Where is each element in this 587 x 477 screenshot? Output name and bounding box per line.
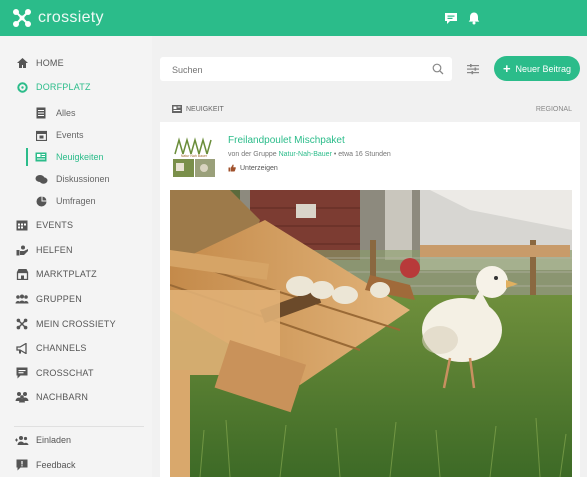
post-thumbnail[interactable]: Natur Nah Bauer [172,134,216,178]
post-status-label: Unterzeigen [240,164,278,172]
subitem-label: Neuigkeiten [56,152,104,162]
subitem-diskussionen[interactable]: Diskussionen [34,170,110,188]
subitem-alles[interactable]: Alles [34,104,76,122]
list-icon [34,106,48,120]
subitem-label: Events [56,130,84,140]
svg-text:Natur Nah Bauer: Natur Nah Bauer [181,154,208,158]
calendar-icon [34,128,48,142]
post-type: NEUIGKEIT [172,105,224,113]
sidebar-item-label: DORFPLATZ [36,82,91,92]
sidebar-item-label: NACHBARN [36,392,89,402]
bell-icon[interactable] [467,11,481,25]
post-photo[interactable] [170,190,572,477]
filter-icon[interactable] [467,63,479,75]
subitem-umfragen[interactable]: Umfragen [34,192,96,210]
crossiety-icon [14,317,30,331]
subitem-label: Umfragen [56,196,96,206]
sidebar-item-einladen[interactable]: Einladen [14,431,71,449]
search-icon[interactable] [432,63,444,75]
subitem-events[interactable]: Events [34,126,84,144]
sidebar: HOME DORFPLATZ Alles Events Neuigkeiten … [0,36,152,477]
plus-icon: + [502,61,511,76]
sidebar-divider [14,426,144,427]
neighbors-icon [14,390,30,404]
sidebar-item-label: Einladen [36,435,72,445]
crossiety-logo-icon [13,9,31,27]
post-meta-prefix: von der Gruppe [228,151,279,158]
sidebar-item-label: HELFEN [36,245,73,255]
store-icon [14,267,30,281]
news-icon [172,105,182,113]
logo[interactable]: crossiety [12,8,104,28]
post-meta: von der Gruppe Natur-Nah-Bauer • etwa 16… [228,151,391,158]
post-meta-time: • etwa 16 Stunden [331,151,391,158]
sidebar-item-label: HOME [36,58,64,68]
sidebar-item-label: EVENTS [36,220,74,230]
sidebar-item-label: MEIN CROSSIETY [36,319,116,329]
dorfplatz-icon [14,80,30,94]
sidebar-item-label: CROSSCHAT [36,368,94,378]
home-icon [14,56,30,70]
top-bar: crossiety [0,0,587,36]
sidebar-item-dorfplatz[interactable]: DORFPLATZ [14,78,91,96]
new-post-label: Neuer Beitrag [515,63,572,74]
helping-hand-icon [14,243,30,257]
search-input[interactable] [170,62,424,78]
post-group-link[interactable]: Natur-Nah-Bauer [279,151,332,158]
sidebar-item-crosschat[interactable]: CROSSCHAT [14,364,94,382]
sidebar-item-home[interactable]: HOME [14,54,64,72]
subitem-label: Alles [56,108,76,118]
sidebar-item-mein-crossiety[interactable]: MEIN CROSSIETY [14,315,116,333]
chat-icon [14,366,30,380]
sidebar-item-label: MARKTPLATZ [36,269,97,279]
sidebar-item-feedback[interactable]: Feedback [14,456,76,474]
feedback-icon [14,458,30,472]
app-name: crossiety [38,9,104,26]
sidebar-item-label: CHANNELS [36,343,87,353]
sidebar-item-helfen[interactable]: HELFEN [14,241,73,259]
post-header: NEUIGKEIT REGIONAL [160,98,580,122]
post-type-label: NEUIGKEIT [186,105,224,113]
post-status[interactable]: Unterzeigen [228,164,278,172]
sidebar-item-channels[interactable]: CHANNELS [14,339,87,357]
sidebar-item-label: GRUPPEN [36,294,82,304]
calendar-icon [14,218,30,232]
thumb-icon [228,164,236,172]
sidebar-item-label: Feedback [36,460,76,470]
megaphone-icon [14,341,30,355]
post-scope: REGIONAL [535,106,572,113]
sidebar-item-nachbarn[interactable]: NACHBARN [14,388,88,406]
news-icon [34,150,48,164]
chat-icon[interactable] [444,11,458,25]
search-box [160,57,452,81]
new-post-button[interactable]: + Neuer Beitrag [494,56,580,81]
invite-icon [14,433,30,447]
discussion-icon [34,172,48,186]
active-indicator [26,148,28,166]
subitem-label: Diskussionen [56,174,110,184]
sidebar-item-marktplatz[interactable]: MARKTPLATZ [14,265,97,283]
sidebar-item-events[interactable]: EVENTS [14,216,73,234]
subitem-neuigkeiten[interactable]: Neuigkeiten [34,148,104,166]
sidebar-item-gruppen[interactable]: GRUPPEN [14,290,82,308]
group-icon [14,292,30,306]
poll-icon [34,194,48,208]
post-title[interactable]: Freilandpoulet Mischpaket [228,135,345,146]
